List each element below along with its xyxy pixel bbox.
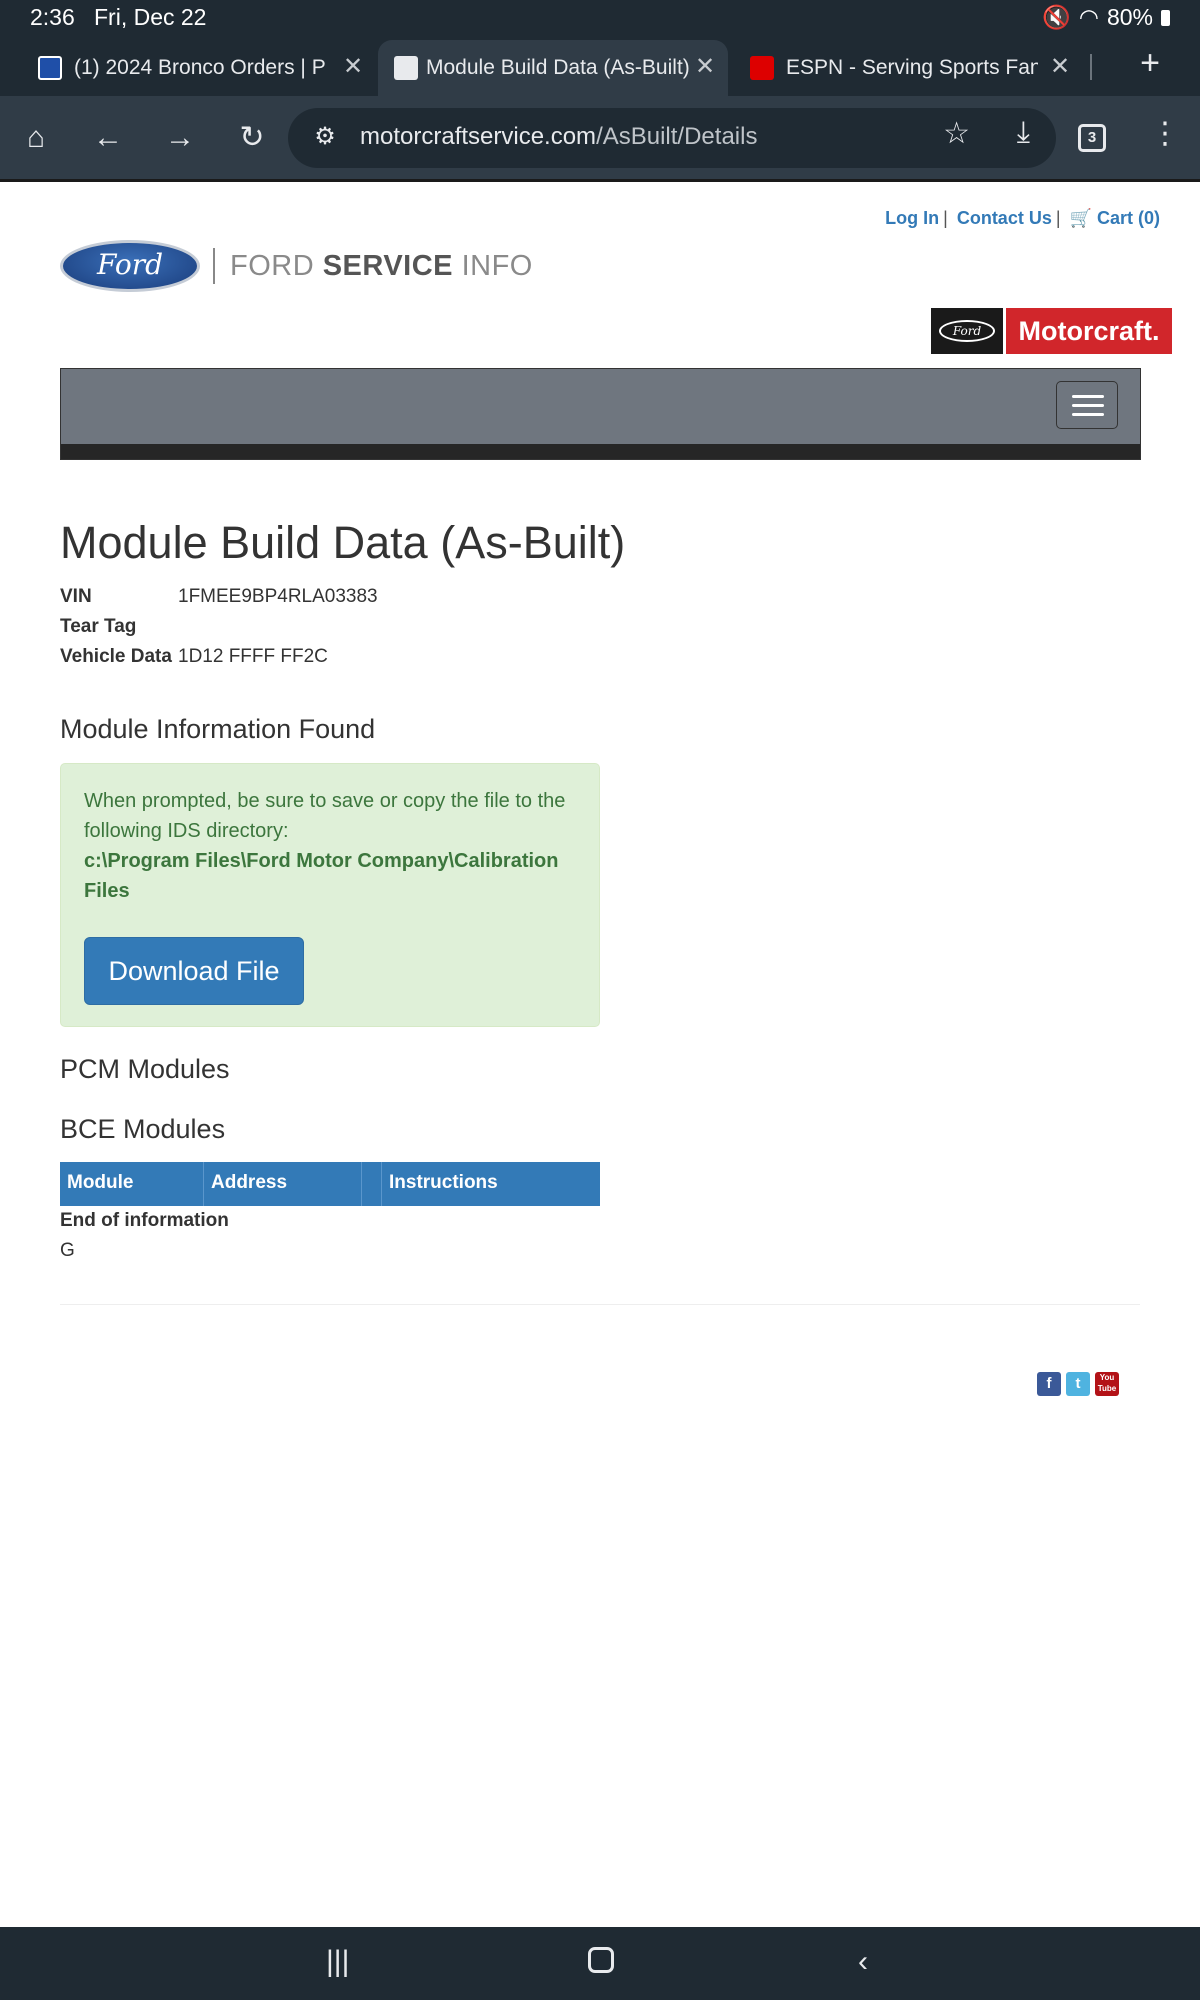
tab-divider (1090, 54, 1092, 80)
cart-link[interactable]: Cart (0) (1097, 208, 1160, 228)
motorcraft-ford-badge: Ford (931, 308, 1003, 354)
main-navbar (60, 368, 1141, 460)
contact-link[interactable]: Contact Us (957, 208, 1052, 228)
close-tab-icon[interactable]: ✕ (690, 52, 720, 81)
home-icon[interactable]: ⌂ (14, 116, 58, 160)
column-divider (361, 1162, 362, 1206)
new-tab-icon[interactable]: + (1140, 44, 1160, 83)
alert-path: c:\Program Files\Ford Motor Company\Cali… (84, 850, 559, 902)
bookmark-star-icon[interactable]: ☆ (943, 116, 970, 151)
back-icon[interactable]: ← (86, 116, 130, 160)
logo-divider (213, 248, 215, 284)
login-link[interactable]: Log In (885, 208, 939, 228)
forward-icon[interactable]: → (158, 116, 202, 160)
web-page: Log In | Contact Us | 🛒 Cart (0) Ford FORD… (0, 182, 1200, 1927)
url-domain: motorcraftservice.com (360, 123, 597, 150)
ids-directory-alert: When prompted, be sure to save or copy t… (60, 763, 600, 1027)
download-icon[interactable]: ⤓ (1017, 116, 1030, 150)
tab-strip: (1) 2024 Bronco Orders | Pa ✕ Module Bui… (0, 36, 1200, 96)
footer-divider (60, 1304, 1140, 1305)
tear-tag-row: Tear Tag (60, 616, 178, 638)
tab-title: ESPN - Serving Sports Fans. (786, 56, 1038, 79)
download-file-button[interactable]: Download File (84, 937, 304, 1005)
battery-level: 80% (1106, 4, 1153, 30)
column-divider (203, 1162, 204, 1206)
close-tab-icon[interactable]: ✕ (1045, 52, 1075, 81)
column-header-module: Module (67, 1172, 134, 1193)
vin-row: VIN 1FMEE9BP4RLA03383 (60, 586, 378, 608)
browser-toolbar: ⌂ ← → ↻ ⚙ motorcraftservice.com/AsBuilt/… (0, 96, 1200, 182)
ford-logo[interactable]: Ford (60, 240, 200, 292)
hamburger-menu-button[interactable] (1056, 381, 1118, 429)
fsi-suffix: INFO (453, 250, 533, 282)
system-navigation-bar: ||| ‹ (0, 1927, 1200, 2000)
bce-modules-heading: BCE Modules (60, 1114, 226, 1144)
menu-line (1072, 413, 1104, 416)
tear-tag-label: Tear Tag (60, 616, 137, 637)
twitter-icon[interactable]: t (1066, 1372, 1090, 1396)
system-back-icon[interactable]: ‹ (858, 1945, 868, 1979)
tab-espn[interactable]: ESPN - Serving Sports Fans. ✕ (750, 40, 1075, 96)
document-favicon-icon (394, 56, 418, 80)
status-bar: 2:36 Fri, Dec 22 🔇 ◠ 80% (0, 0, 1200, 36)
navbar-bottom-strip (61, 444, 1140, 459)
pcm-modules-heading: PCM Modules (60, 1054, 230, 1084)
top-links: Log In | Contact Us | 🛒 Cart (0) (885, 208, 1160, 228)
tab-title: (1) 2024 Bronco Orders | Pa (74, 56, 326, 79)
menu-line (1072, 404, 1104, 407)
vin-value: 1FMEE9BP4RLA03383 (178, 586, 378, 607)
url-path: /AsBuilt/Details (596, 123, 758, 150)
column-header-instructions: Instructions (389, 1172, 498, 1193)
menu-line (1072, 395, 1104, 398)
reload-icon[interactable]: ↻ (230, 116, 274, 160)
close-tab-icon[interactable]: ✕ (338, 52, 368, 81)
end-of-information: End of information (60, 1210, 229, 1231)
motorcraft-logo[interactable]: Motorcraft. (1006, 308, 1172, 354)
cart-icon[interactable]: 🛒 (1070, 208, 1092, 228)
battery-icon (1161, 9, 1170, 26)
flag-favicon-icon (38, 56, 62, 80)
modules-table-header: Module Address Instructions (60, 1162, 600, 1206)
tab-bronco-orders[interactable]: (1) 2024 Bronco Orders | Pa ✕ (38, 40, 368, 96)
espn-favicon-icon (750, 56, 774, 80)
column-header-address: Address (211, 1172, 288, 1193)
vehicle-data-row: Vehicle Data 1D12 FFFF FF2C (60, 646, 328, 668)
site-settings-icon[interactable]: ⚙ (310, 122, 340, 152)
status-time: 2:36 (30, 4, 75, 30)
alert-text: When prompted, be sure to save or copy t… (84, 790, 566, 842)
end-value: G (60, 1240, 75, 1261)
mute-icon: 🔇 (1042, 4, 1071, 30)
status-indicators: 🔇 ◠ 80% (1042, 4, 1170, 31)
ford-badge-text: Ford (939, 320, 995, 342)
url-text[interactable]: motorcraftservice.com/AsBuilt/Details (360, 123, 757, 151)
module-info-heading: Module Information Found (60, 714, 376, 744)
facebook-icon[interactable]: f (1037, 1372, 1061, 1396)
home-button-icon[interactable] (588, 1947, 614, 1973)
youtube-icon[interactable]: You Tube (1095, 1372, 1119, 1396)
tab-title: Module Build Data (As-Built) (426, 56, 690, 79)
vehicle-data-value: 1D12 FFFF FF2C (178, 646, 328, 667)
page-title: Module Build Data (As-Built) (60, 517, 626, 568)
tab-switcher-button[interactable]: 3 (1078, 124, 1106, 152)
wifi-icon: ◠ (1078, 4, 1099, 30)
column-divider (381, 1162, 382, 1206)
fsi-bold: SERVICE (322, 250, 454, 282)
vin-label: VIN (60, 586, 92, 607)
ford-service-info-logo: FORD SERVICE INFO (230, 250, 533, 283)
status-date: Fri, Dec 22 (94, 4, 207, 30)
fsi-prefix: FORD (230, 250, 323, 282)
vehicle-data-label: Vehicle Data (60, 646, 172, 667)
tab-module-build-data[interactable]: Module Build Data (As-Built) ✕ (378, 40, 728, 96)
address-bar[interactable]: ⚙ motorcraftservice.com/AsBuilt/Details … (288, 108, 1056, 168)
overflow-menu-icon[interactable]: ⋮ (1150, 116, 1180, 151)
recent-apps-icon[interactable]: ||| (326, 1945, 349, 1979)
